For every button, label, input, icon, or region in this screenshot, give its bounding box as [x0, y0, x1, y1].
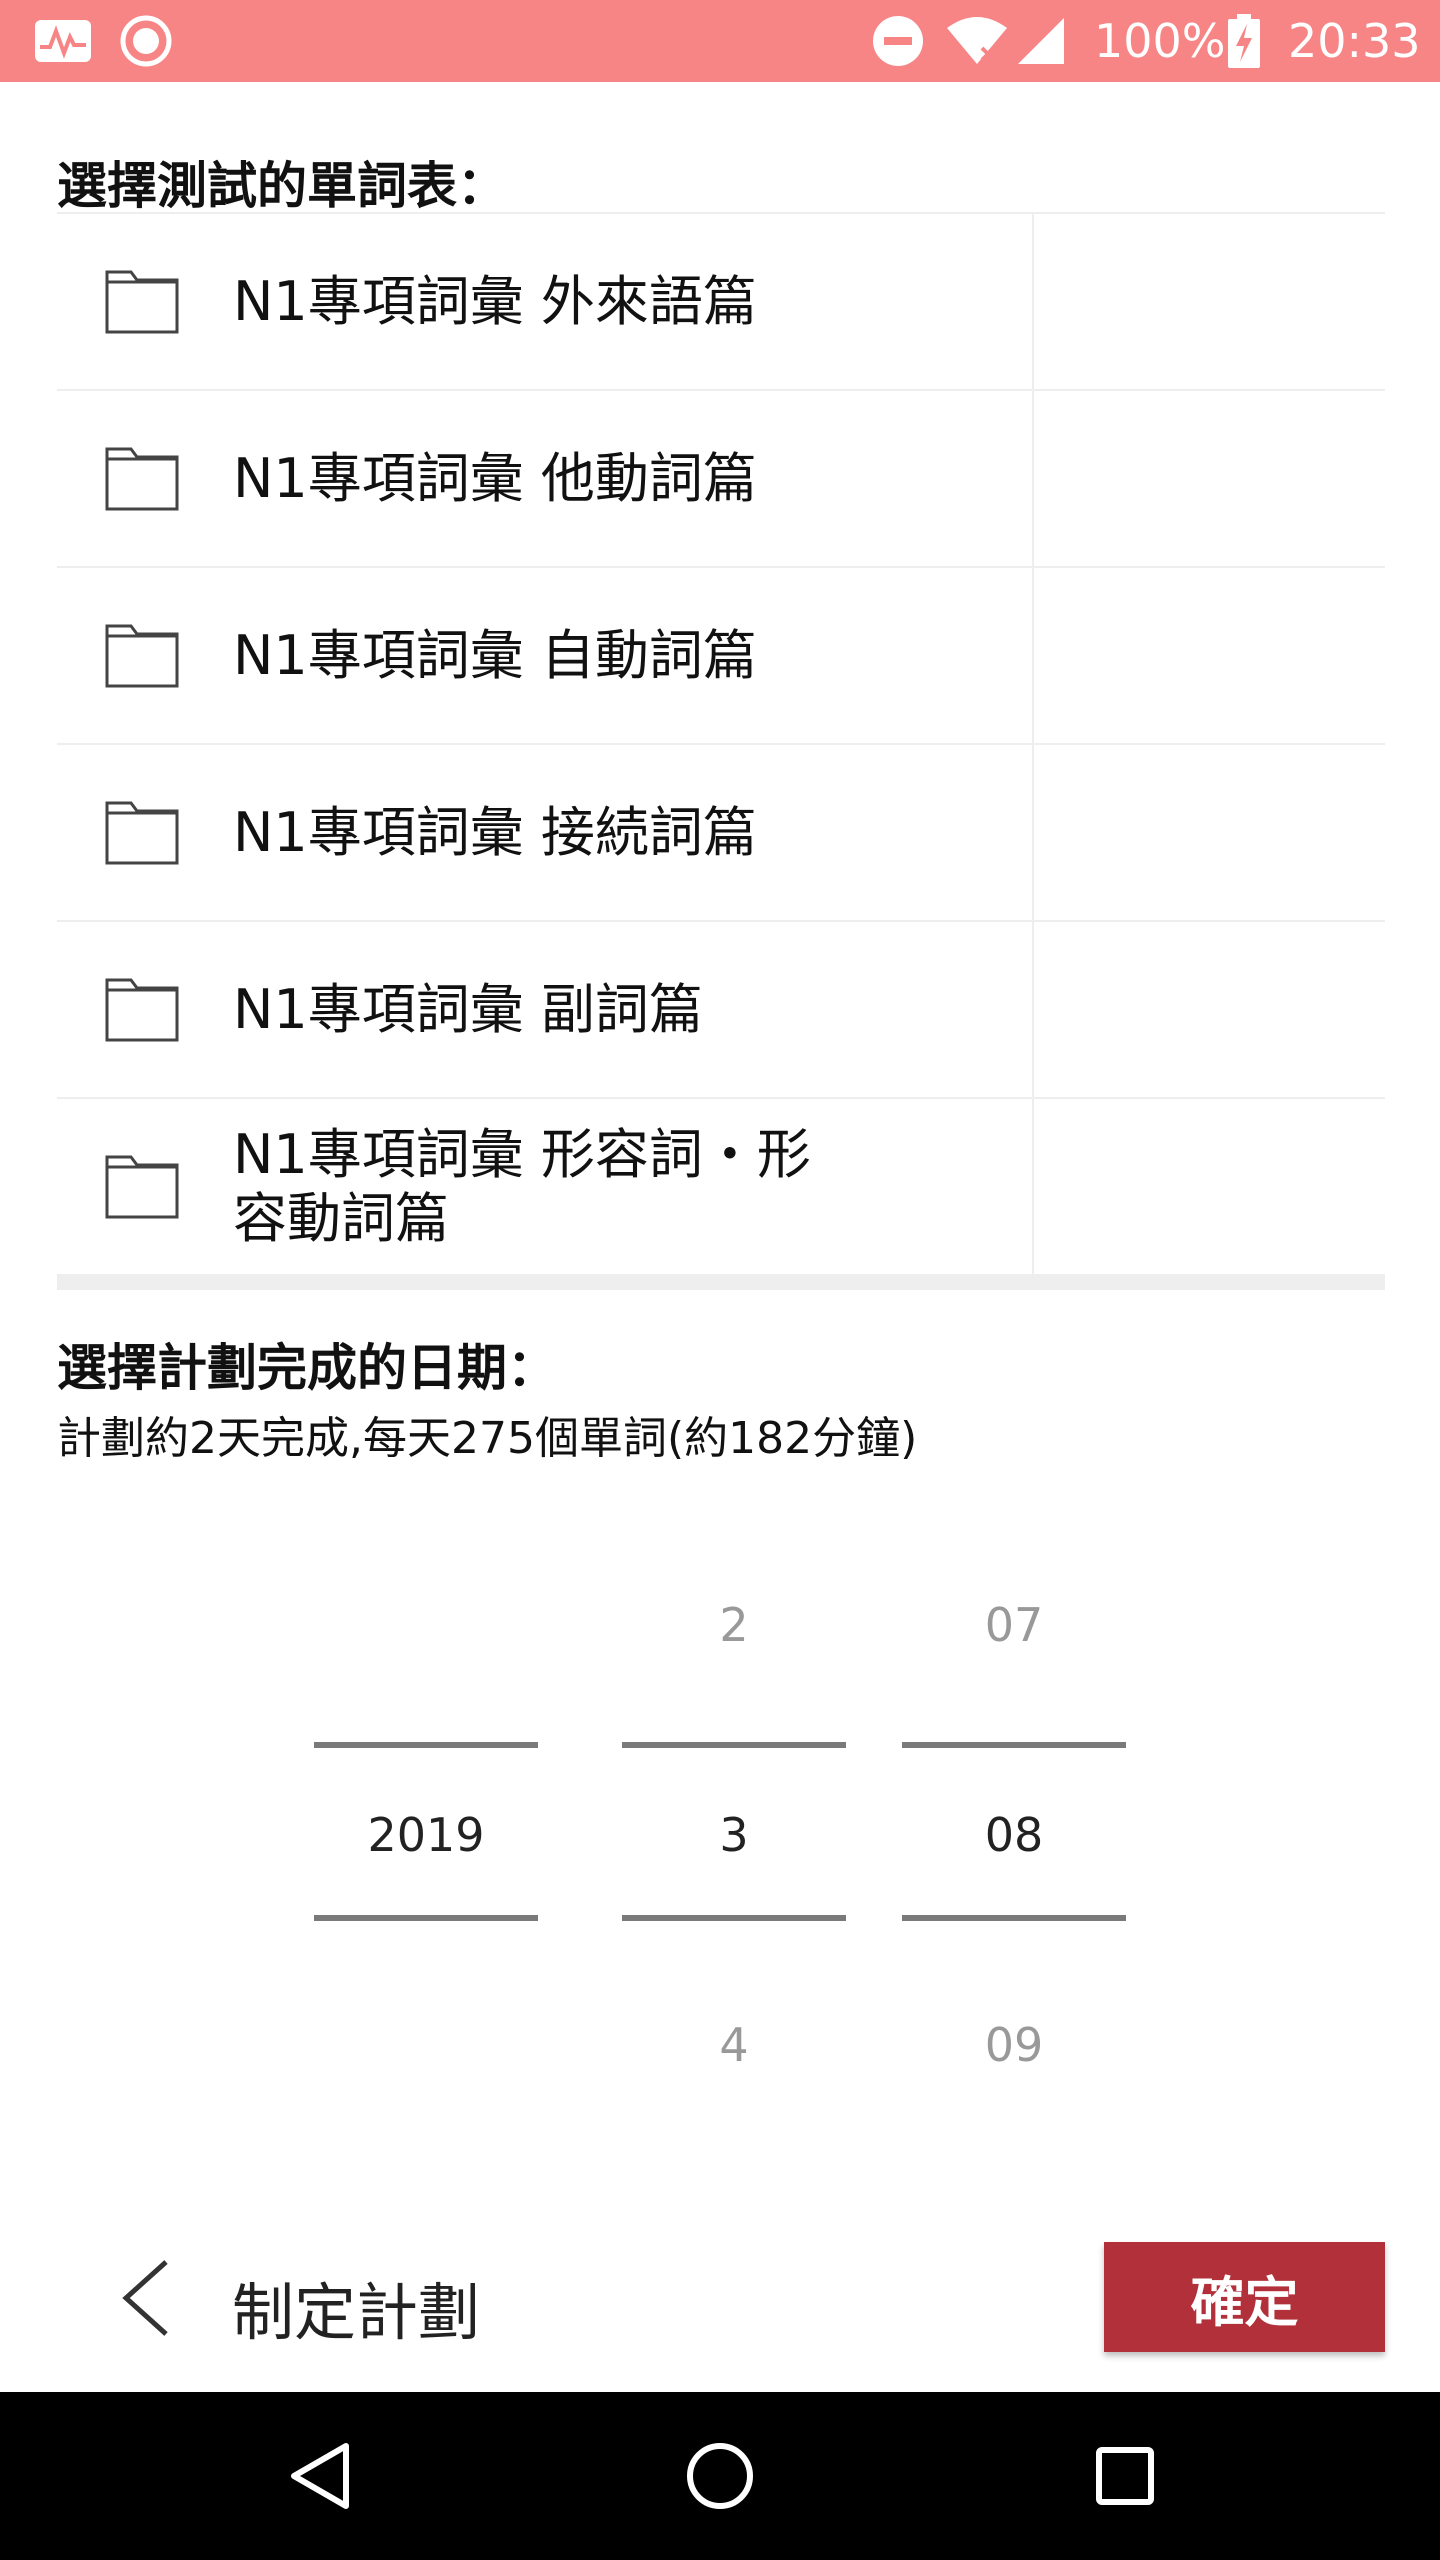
list-item[interactable]: N1專項詞彙 形容詞・形容動詞篇 — [57, 1097, 1385, 1274]
column-divider — [1032, 568, 1034, 743]
list-item[interactable]: N1專項詞彙 外來語篇 — [57, 212, 1385, 389]
folder-icon — [105, 976, 179, 1042]
plan-date-title: 選擇計劃完成的日期： — [57, 1339, 557, 1397]
picker-line — [622, 1915, 846, 1921]
column-divider — [1032, 922, 1034, 1097]
list-item-label: N1專項詞彙 副詞篇 — [233, 977, 703, 1041]
picker-line — [622, 1742, 846, 1748]
picker-line — [902, 1742, 1126, 1748]
record-icon — [120, 0, 172, 82]
day-next[interactable]: 09 — [902, 2018, 1126, 2072]
folder-icon — [105, 799, 179, 865]
year-picker[interactable]: 2019 — [314, 1560, 538, 2140]
month-picker[interactable]: 2 3 4 — [622, 1560, 846, 2140]
list-bottom-divider — [57, 1274, 1385, 1290]
word-list-title: 選擇測試的單詞表： — [57, 157, 507, 215]
battery-charging-icon — [1228, 0, 1260, 82]
list-item-label: N1專項詞彙 形容詞・形容動詞篇 — [233, 1122, 811, 1250]
list-item-label: N1專項詞彙 他動詞篇 — [233, 446, 757, 510]
column-divider — [1032, 391, 1034, 566]
day-picker[interactable]: 07 08 09 — [902, 1560, 1126, 2140]
activity-icon — [34, 0, 92, 82]
plan-summary: 計劃約2天完成,每天275個單詞(約182分鐘) — [57, 1413, 918, 1464]
clock: 20:33 — [1288, 14, 1421, 68]
column-divider — [1032, 1099, 1034, 1274]
status-bar: 100% 20:33 — [0, 0, 1440, 82]
screen: 100% 20:33 選擇測試的單詞表： N1專項詞彙 外來語篇 N1專項詞彙 … — [0, 0, 1440, 2560]
do-not-disturb-icon — [872, 0, 924, 82]
list-item[interactable]: N1專項詞彙 副詞篇 — [57, 920, 1385, 1097]
month-next[interactable]: 4 — [622, 2018, 846, 2072]
day-prev[interactable]: 07 — [902, 1598, 1126, 1652]
cell-signal-icon — [1016, 0, 1066, 82]
year-selected[interactable]: 2019 — [314, 1808, 538, 1862]
folder-icon — [105, 1153, 179, 1219]
folder-icon — [105, 445, 179, 511]
picker-line — [314, 1742, 538, 1748]
folder-icon — [105, 268, 179, 334]
home-circle-icon[interactable] — [670, 2392, 770, 2560]
column-divider — [1032, 745, 1034, 920]
word-list: N1專項詞彙 外來語篇 N1專項詞彙 他動詞篇 N1專項詞彙 自動詞篇 N1專項… — [57, 212, 1385, 1290]
list-item[interactable]: N1專項詞彙 接続詞篇 — [57, 743, 1385, 920]
page-title: 制定計劃 — [232, 2276, 481, 2349]
list-item-label: N1專項詞彙 外來語篇 — [233, 269, 757, 333]
list-item[interactable]: N1專項詞彙 自動詞篇 — [57, 566, 1385, 743]
picker-line — [314, 1915, 538, 1921]
list-item[interactable]: N1專項詞彙 他動詞篇 — [57, 389, 1385, 566]
navigation-bar — [0, 2392, 1440, 2560]
chevron-left-icon[interactable] — [118, 2258, 172, 2338]
picker-line — [902, 1915, 1126, 1921]
column-divider — [1032, 214, 1034, 389]
list-item-label: N1專項詞彙 接続詞篇 — [233, 800, 757, 864]
folder-icon — [105, 622, 179, 688]
month-selected[interactable]: 3 — [622, 1808, 846, 1862]
back-triangle-icon[interactable] — [270, 2392, 370, 2560]
wifi-icon — [946, 0, 1008, 82]
day-selected[interactable]: 08 — [902, 1808, 1126, 1862]
list-item-label: N1專項詞彙 自動詞篇 — [233, 623, 757, 687]
recents-square-icon[interactable] — [1075, 2392, 1175, 2560]
battery-percent: 100% — [1094, 14, 1226, 68]
month-prev[interactable]: 2 — [622, 1598, 846, 1652]
confirm-button[interactable]: 確定 — [1104, 2242, 1385, 2352]
